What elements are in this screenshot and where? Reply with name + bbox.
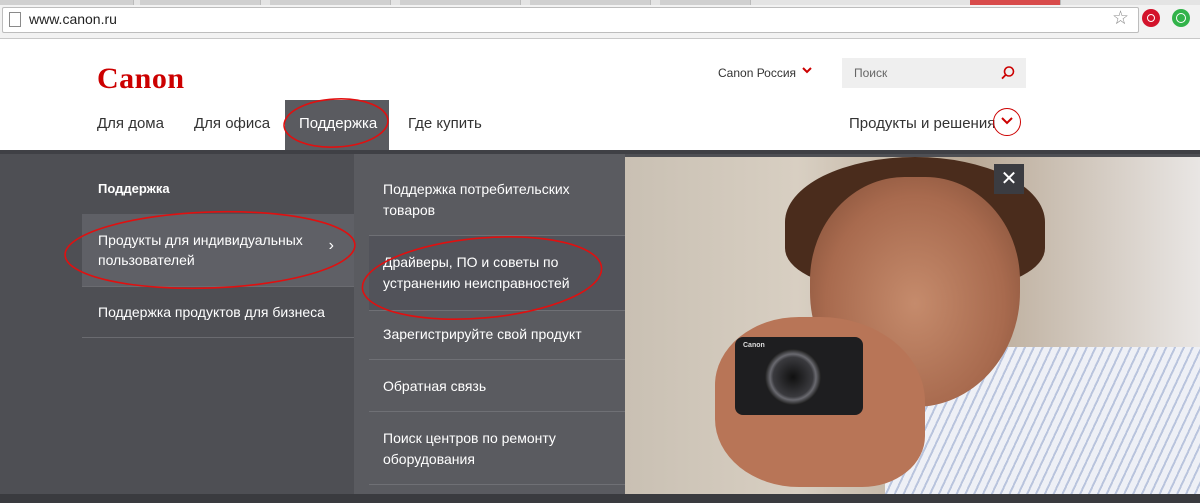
extension-icon[interactable]: [1172, 9, 1190, 27]
search-icon[interactable]: [1000, 65, 1016, 81]
browser-tab[interactable]: [400, 0, 521, 5]
promo-photo: Canon: [625, 157, 1200, 494]
browser-tab[interactable]: [0, 0, 134, 5]
menu-section-title: Поддержка: [98, 181, 170, 196]
canon-logo[interactable]: Canon: [97, 62, 185, 96]
menu-bottom-border: [0, 494, 1200, 503]
url-text: www.canon.ru: [29, 11, 117, 27]
menu-item-label: Зарегистрируйте свой продукт: [383, 326, 582, 342]
address-bar[interactable]: www.canon.ru: [2, 7, 1139, 33]
menu-divider: [369, 484, 625, 485]
menu-item-register-product[interactable]: Зарегистрируйте свой продукт: [383, 324, 613, 345]
menu-item-label: Поиск центров по ремонту: [383, 430, 556, 446]
menu-item-drivers-software[interactable]: Драйверы, ПО и советы по устранению неис…: [383, 252, 613, 294]
camera-brand-text: Canon: [743, 342, 765, 349]
tab-strip: [0, 0, 1200, 5]
menu-divider: [82, 337, 354, 338]
region-selector[interactable]: Canon Россия: [718, 66, 796, 80]
menu-item-feedback[interactable]: Обратная связь: [383, 376, 613, 397]
chevron-down-icon[interactable]: [801, 64, 813, 79]
nav-item-office[interactable]: Для офиса: [194, 115, 270, 132]
products-and-solutions-link[interactable]: Продукты и решения: [849, 115, 995, 132]
menu-item-label: устранению неисправностей: [383, 275, 570, 291]
search-input[interactable]: Поиск: [842, 58, 1026, 88]
menu-item-label: оборудования: [383, 451, 475, 467]
browser-tab[interactable]: [530, 0, 651, 5]
menu-item-consumer-support[interactable]: Поддержка потребительских товаров: [383, 179, 613, 221]
menu-item-repair-centers[interactable]: Поиск центров по ремонту оборудования: [383, 428, 613, 470]
menu-item-individual-products[interactable]: Продукты для индивидуальных пользователе…: [82, 214, 354, 286]
browser-tab[interactable]: [660, 0, 751, 5]
nav-item-support[interactable]: Поддержка: [285, 100, 389, 150]
camera-lens: [765, 349, 821, 405]
close-icon[interactable]: ✕: [994, 164, 1024, 194]
photo-camera: Canon: [735, 337, 863, 415]
extension-icon[interactable]: [1142, 9, 1160, 27]
menu-item-label: Поддержка потребительских: [383, 181, 570, 197]
browser-tab[interactable]: [970, 0, 1061, 5]
nav-item-home[interactable]: Для дома: [97, 115, 164, 132]
menu-item-label: пользователей: [98, 252, 195, 268]
star-icon[interactable]: ☆: [1112, 7, 1129, 31]
browser-tab[interactable]: [270, 0, 391, 5]
chevron-right-icon: ›: [328, 237, 334, 254]
menu-divider: [369, 411, 625, 412]
menu-divider: [369, 359, 625, 360]
menu-item-label: Обратная связь: [383, 378, 487, 394]
menu-item-label: Продукты для индивидуальных: [98, 232, 303, 248]
menu-item-label: Поддержка продуктов для бизнеса: [98, 304, 325, 320]
menu-item-business-support[interactable]: Поддержка продуктов для бизнеса: [82, 287, 354, 337]
browser-tab[interactable]: [140, 0, 261, 5]
page-icon: [9, 12, 21, 27]
browser-chrome: www.canon.ru ☆: [0, 0, 1200, 39]
nav-item-support-label: Поддержка: [299, 115, 378, 132]
menu-item-label: Драйверы, ПО и советы по: [383, 254, 559, 270]
menu-submenu-column: Поддержка потребительских товаров Драйве…: [354, 154, 625, 494]
menu-item-label: товаров: [383, 202, 436, 218]
search-placeholder: Поиск: [854, 66, 888, 80]
menu-divider: [369, 235, 625, 236]
chevron-down-icon: [1001, 113, 1013, 130]
menu-divider: [369, 310, 625, 311]
products-dropdown-button[interactable]: [993, 108, 1021, 136]
nav-item-where-to-buy[interactable]: Где купить: [408, 115, 482, 132]
